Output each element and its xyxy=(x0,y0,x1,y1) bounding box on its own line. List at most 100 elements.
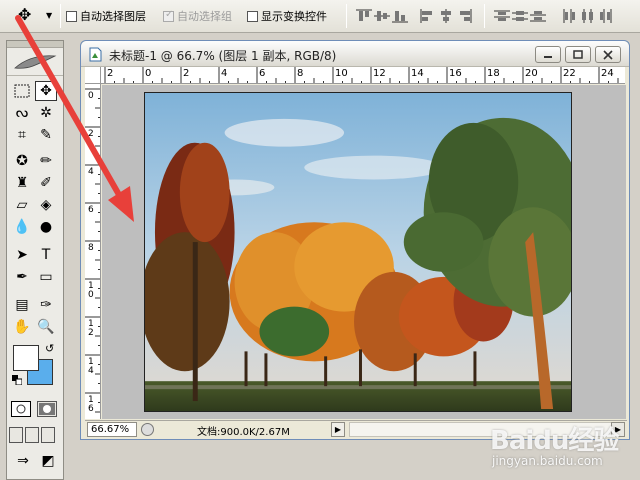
ruler-label: 8 xyxy=(297,68,304,79)
maximize-icon xyxy=(573,49,583,59)
separator xyxy=(346,4,347,28)
auto-select-group-checkbox[interactable]: 自动选择组 xyxy=(163,9,232,23)
watermark-logo: Baidu经验 xyxy=(490,426,619,456)
swap-colors-icon[interactable]: ↺ xyxy=(45,342,54,355)
checkbox-box[interactable] xyxy=(247,10,258,22)
toolbox-grip[interactable] xyxy=(7,41,63,48)
path-selection-icon[interactable]: ➤ xyxy=(11,245,33,265)
horizontal-ruler[interactable]: 2 0 2 4 6 8 10 12 14 16 18 20 22 24 xyxy=(101,67,625,84)
distribute-left-icon[interactable] xyxy=(562,9,578,23)
auto-select-layer-label: 自动选择图层 xyxy=(80,10,146,23)
imageready-icon[interactable]: ◩ xyxy=(37,451,59,471)
document-titlebar[interactable]: 未标题-1 @ 66.7% (图层 1 副本, RGB/8) xyxy=(81,41,629,67)
close-icon xyxy=(603,49,613,60)
clone-stamp-icon[interactable]: ♜ xyxy=(11,173,33,193)
align-vertical-centers-icon[interactable] xyxy=(374,9,390,23)
rectangular-marquee-icon[interactable] xyxy=(11,81,33,101)
align-bottom-edges-icon[interactable] xyxy=(392,9,408,23)
zoom-field[interactable]: 66.67% xyxy=(87,422,137,437)
ruler-label: 16 xyxy=(449,68,462,79)
ruler-origin[interactable] xyxy=(85,67,101,84)
ruler-label: 24 xyxy=(601,68,614,79)
ruler-label: 4 xyxy=(221,68,228,79)
ruler-label: 22 xyxy=(563,68,576,79)
chevron-down-icon: ▼ xyxy=(46,11,53,20)
auto-select-layer-checkbox[interactable]: 自动选择图层 xyxy=(66,9,146,23)
lasso-icon[interactable]: ᔓ xyxy=(11,103,33,123)
brush-icon[interactable]: ✏ xyxy=(35,151,57,171)
ruler-label: 1 0 xyxy=(88,281,94,300)
magic-wand-icon[interactable]: ✲ xyxy=(35,103,57,123)
zoom-icon[interactable]: 🔍 xyxy=(35,317,57,337)
quick-mask-mode-icon[interactable] xyxy=(37,401,57,417)
options-bar: ✥ ▼ 自动选择图层 自动选择组 显示变换控件 xyxy=(0,0,640,33)
document-title: 未标题-1 @ 66.7% (图层 1 副本, RGB/8) xyxy=(109,49,337,63)
type-tool-icon[interactable]: T xyxy=(35,245,57,265)
align-top-edges-icon[interactable] xyxy=(356,9,372,23)
move-tool-icon[interactable]: ✥ xyxy=(35,81,57,101)
minimize-icon xyxy=(544,55,552,58)
ruler-label: 14 xyxy=(411,68,424,79)
tool-preset-picker[interactable]: ✥ ▼ xyxy=(16,6,56,26)
screen-mode-full-icon[interactable] xyxy=(41,427,55,443)
jump-to-imageready-icon[interactable]: ⇒ xyxy=(11,451,35,471)
ruler-label: 6 xyxy=(259,68,266,79)
distribute-horizontal-centers-icon[interactable] xyxy=(580,9,596,23)
dodge-icon[interactable]: ● xyxy=(35,217,57,237)
distribute-top-icon[interactable] xyxy=(494,9,510,23)
minimize-button[interactable] xyxy=(535,46,561,63)
canvas-area[interactable] xyxy=(102,85,626,419)
separator xyxy=(484,4,485,28)
canvas-photo[interactable] xyxy=(144,92,572,412)
ruler-label: 2 xyxy=(107,68,114,79)
blur-icon[interactable]: 💧 xyxy=(11,217,33,237)
vertical-ruler[interactable]: 0 2 4 6 8 1 0 1 2 1 4 1 6 xyxy=(85,84,101,419)
status-menu-arrow-icon[interactable]: ▶ xyxy=(331,422,345,437)
pen-icon[interactable]: ✒ xyxy=(11,267,33,287)
checkbox-box[interactable] xyxy=(66,10,77,22)
screen-mode-full-menu-icon[interactable] xyxy=(25,427,39,443)
default-colors-icon[interactable] xyxy=(12,375,23,386)
document-icon xyxy=(89,47,102,62)
show-transform-controls-label: 显示变换控件 xyxy=(261,10,327,23)
ruler-label: 20 xyxy=(525,68,538,79)
ruler-label: 18 xyxy=(487,68,500,79)
maximize-button[interactable] xyxy=(565,46,591,63)
align-right-edges-icon[interactable] xyxy=(456,9,472,23)
distribute-vertical-centers-icon[interactable] xyxy=(512,9,528,23)
feather-logo-icon[interactable] xyxy=(7,48,63,76)
status-info-icon[interactable] xyxy=(141,423,154,436)
shape-tool-icon[interactable]: ▭ xyxy=(35,267,57,287)
distribute-bottom-icon[interactable] xyxy=(530,9,546,23)
ruler-label: 1 6 xyxy=(88,395,94,414)
screen-mode-standard-icon[interactable] xyxy=(9,427,23,443)
ruler-label: 10 xyxy=(335,68,348,79)
eraser-icon[interactable]: ▱ xyxy=(11,195,33,215)
ruler-label: 2 xyxy=(183,68,190,79)
eyedropper-icon[interactable]: ✑ xyxy=(35,295,57,315)
toolbox: ✥ ᔓ ✲ ⌗ ✎ ✪ ✏ ♜ ✐ ▱ ◈ 💧 ● ➤ T ✒ ▭ ▤ ✑ ✋ … xyxy=(6,40,64,480)
hand-icon[interactable]: ✋ xyxy=(11,317,33,337)
align-horizontal-centers-icon[interactable] xyxy=(438,9,454,23)
ruler-label: 4 xyxy=(88,167,94,177)
paint-bucket-icon[interactable]: ◈ xyxy=(35,195,57,215)
align-left-edges-icon[interactable] xyxy=(420,9,436,23)
history-brush-icon[interactable]: ✐ xyxy=(35,173,57,193)
standard-mode-icon[interactable] xyxy=(11,401,31,417)
show-transform-controls-checkbox[interactable]: 显示变换控件 xyxy=(247,9,327,23)
healing-brush-icon[interactable]: ✪ xyxy=(11,151,33,171)
close-button[interactable] xyxy=(595,46,621,63)
slice-icon[interactable]: ✎ xyxy=(35,125,57,145)
notes-icon[interactable]: ▤ xyxy=(11,295,33,315)
baidu-watermark: Baidu经验 jingyan.baidu.com xyxy=(480,420,630,476)
checkbox-box[interactable] xyxy=(163,9,174,22)
separator xyxy=(60,4,61,28)
crop-icon[interactable]: ⌗ xyxy=(11,125,33,145)
ruler-label: 8 xyxy=(88,243,94,253)
document-size-info: 文档:900.0K/2.67M xyxy=(197,427,290,438)
ruler-label: 2 xyxy=(88,129,94,139)
ruler-label: 6 xyxy=(88,205,94,215)
distribute-right-icon[interactable] xyxy=(598,9,614,23)
document-window: 未标题-1 @ 66.7% (图层 1 副本, RGB/8) 2 0 2 4 6 8 10 1… xyxy=(80,40,630,440)
foreground-color-swatch[interactable] xyxy=(13,345,39,371)
